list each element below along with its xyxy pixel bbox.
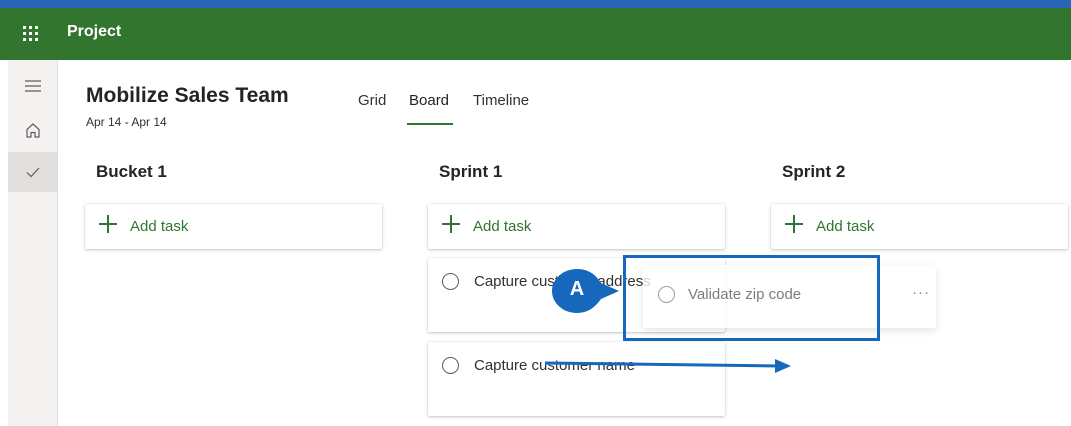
app-title: Project [67,23,122,40]
add-task-button-bucket-1[interactable]: Add task [85,204,382,249]
bucket-title-sprint-2[interactable]: Sprint 2 [782,162,845,182]
hamburger-icon[interactable] [8,66,57,106]
complete-task-checkbox[interactable] [442,357,459,374]
left-rail [8,60,58,426]
callout-marker: A [549,266,619,316]
complete-task-checkbox[interactable] [442,273,459,290]
tab-grid[interactable]: Grid [358,92,386,109]
tab-board[interactable]: Board [409,92,449,109]
dragging-task-card[interactable]: Validate zip code ··· [643,265,936,328]
bucket-title-sprint-1[interactable]: Sprint 1 [439,162,502,182]
plus-icon [785,215,803,233]
plus-icon [442,215,460,233]
app-launcher-icon[interactable] [12,15,48,51]
plan-title: Mobilize Sales Team [86,84,289,107]
task-title: Capture customer name [474,357,635,374]
plus-icon [99,215,117,233]
add-task-label: Add task [473,218,532,235]
add-task-button-sprint-1[interactable]: Add task [428,204,725,249]
add-task-label: Add task [816,218,875,235]
add-task-label: Add task [130,218,189,235]
complete-task-checkbox[interactable] [658,286,675,303]
tab-timeline[interactable]: Timeline [473,92,529,109]
checkmark-icon[interactable] [8,152,57,192]
callout-label: A [569,278,585,300]
window-edge [0,60,8,426]
home-icon[interactable] [8,110,57,150]
app-header: Project [0,0,1071,60]
plan-dates: Apr 14 - Apr 14 [86,115,167,129]
active-tab-indicator [407,123,453,125]
bucket-title-bucket-1[interactable]: Bucket 1 [96,162,167,182]
task-card[interactable]: Capture customer name [428,342,725,416]
more-options-icon[interactable]: ··· [912,284,930,301]
add-task-button-sprint-2[interactable]: Add task [771,204,1068,249]
dragging-task-title: Validate zip code [688,286,802,303]
